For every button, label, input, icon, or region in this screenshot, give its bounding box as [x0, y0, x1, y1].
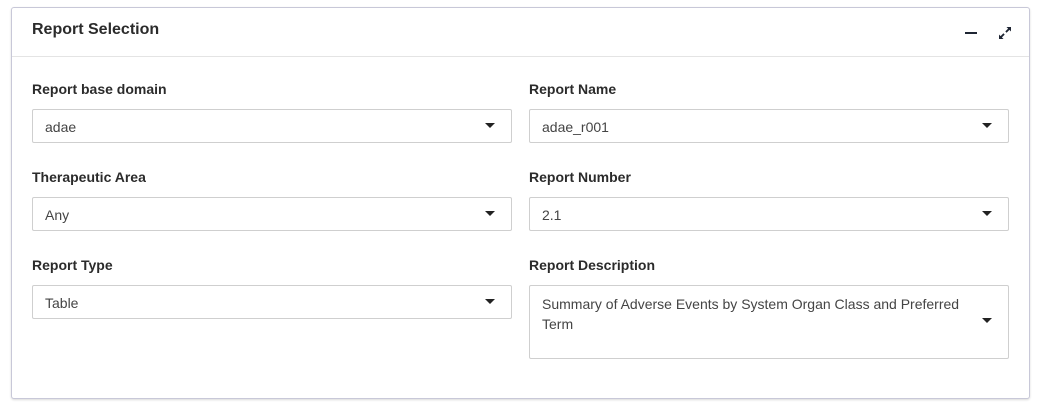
report-description-value: Summary of Adverse Events by System Orga… [542, 296, 960, 332]
report-number-label: Report Number [529, 169, 631, 185]
report-name-label: Report Name [529, 81, 617, 97]
therapeutic-area-label: Therapeutic Area [32, 169, 146, 185]
base-domain-label: Report base domain [32, 81, 167, 97]
caret-down-icon [982, 211, 992, 216]
therapeutic-area-value: Any [45, 207, 70, 223]
report-selection-panel: Report Selection Report base domain adae… [11, 7, 1030, 399]
report-description-label: Report Description [529, 257, 656, 273]
therapeutic-area-select[interactable]: Any [32, 197, 512, 231]
minimize-button[interactable] [960, 22, 982, 44]
panel-title: Report Selection [32, 21, 160, 38]
report-type-value: Table [45, 295, 79, 311]
caret-down-icon [485, 211, 495, 216]
caret-down-icon [485, 299, 495, 304]
report-number-value: 2.1 [542, 207, 562, 223]
report-name-value: adae_r001 [542, 119, 609, 135]
report-type-select[interactable]: Table [32, 285, 512, 319]
expand-icon [999, 27, 1011, 39]
caret-down-icon [982, 318, 992, 323]
caret-down-icon [982, 123, 992, 128]
report-description-select[interactable]: Summary of Adverse Events by System Orga… [529, 285, 1009, 359]
report-number-select[interactable]: 2.1 [529, 197, 1009, 231]
report-name-select[interactable]: adae_r001 [529, 109, 1009, 143]
report-type-label: Report Type [32, 257, 113, 273]
maximize-button[interactable] [994, 22, 1016, 44]
base-domain-select[interactable]: adae [32, 109, 512, 143]
panel-header: Report Selection [12, 8, 1029, 57]
base-domain-value: adae [45, 119, 77, 135]
minus-icon [965, 32, 977, 34]
caret-down-icon [485, 123, 495, 128]
